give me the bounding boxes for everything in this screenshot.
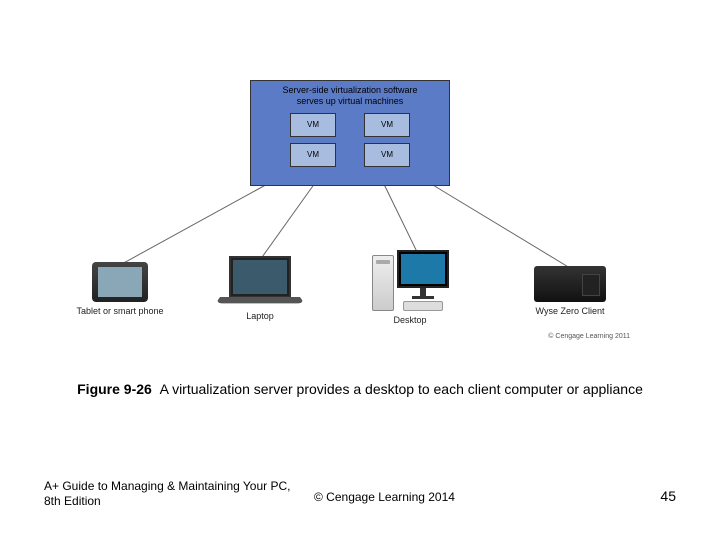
page-number: 45	[660, 488, 676, 504]
desktop-icon	[350, 250, 470, 311]
copyright: © Cengage Learning 2014	[314, 490, 455, 504]
client-label: Wyse Zero Client	[510, 306, 630, 316]
book-title: A+ Guide to Managing & Maintaining Your …	[44, 479, 304, 510]
diagram-attribution: © Cengage Learning 2011	[548, 333, 630, 340]
virtualization-diagram: Server-side virtualization software serv…	[90, 80, 630, 340]
vm-box: VM	[364, 113, 410, 137]
client-label: Tablet or smart phone	[60, 306, 180, 316]
vm-box: VM	[290, 143, 336, 167]
figure-label: Figure 9-26	[77, 381, 152, 397]
client-tablet: Tablet or smart phone	[60, 262, 180, 316]
server-box: Server-side virtualization software serv…	[250, 80, 450, 186]
client-label: Desktop	[350, 315, 470, 325]
client-desktop: Desktop	[350, 250, 470, 325]
vm-box: VM	[290, 113, 336, 137]
laptop-icon	[220, 256, 300, 307]
client-laptop: Laptop	[200, 256, 320, 321]
client-label: Laptop	[200, 311, 320, 321]
tablet-icon	[92, 262, 148, 302]
wyse-zero-client-icon	[534, 266, 606, 302]
figure-caption: Figure 9-26 A virtualization server prov…	[0, 380, 720, 400]
vm-box: VM	[364, 143, 410, 167]
figure-text: A virtualization server provides a deskt…	[160, 381, 643, 397]
server-title: Server-side virtualization software serv…	[274, 81, 425, 111]
client-wyse: Wyse Zero Client	[510, 266, 630, 316]
